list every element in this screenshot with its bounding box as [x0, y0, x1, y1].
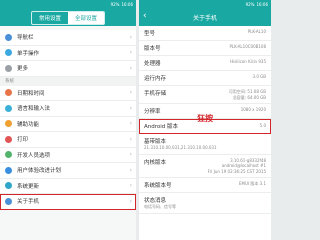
- info-value: 1080 x 1920: [240, 107, 266, 112]
- accessibility-icon: [5, 120, 12, 128]
- chevron-right-icon: ›: [129, 197, 132, 205]
- info-value: 21.310.10.00.031,21.310.10.00.031: [144, 145, 217, 150]
- info-key: 版本号: [144, 46, 161, 52]
- developer-icon: [5, 151, 12, 159]
- info-key: 手机存储: [144, 91, 167, 97]
- one-hand-icon: [5, 49, 12, 57]
- settings-header: 常用设置 全部设置: [0, 9, 136, 26]
- settings-item-system-update[interactable]: 系统更新 ›: [0, 179, 136, 194]
- info-key: 分辨率: [144, 109, 161, 115]
- settings-item-label: 打印: [17, 137, 29, 144]
- settings-item-label: 辅助功能: [17, 121, 40, 128]
- settings-item-user-experience[interactable]: 用户体验改进计划 ›: [0, 163, 136, 179]
- settings-item-label: 用户体验改进计划: [17, 168, 62, 175]
- info-value: 可用空间: 51.08 GB 总容量: 64.00 GB: [228, 89, 266, 100]
- settings-item-label: 语言和输入法: [17, 106, 51, 113]
- chevron-right-icon: ›: [129, 120, 132, 128]
- info-row-emui: 系统版本号 EMUI 版本 3.1: [139, 178, 271, 193]
- about-header: ‹ 关于手机: [139, 9, 271, 26]
- settings-list-top: 导航栏 › 单手操作 › 更多 ›: [0, 30, 136, 77]
- back-arrow-icon[interactable]: ‹: [143, 12, 147, 21]
- status-bar: 92% 16:06: [139, 0, 271, 9]
- tab-common-settings[interactable]: 常用设置: [32, 12, 68, 24]
- settings-item-label: 日期和时间: [17, 90, 45, 97]
- page-title: 关于手机: [192, 15, 217, 22]
- settings-item-label: 导航栏: [17, 35, 34, 42]
- chevron-right-icon: ›: [129, 64, 132, 72]
- chevron-right-icon: ›: [129, 182, 132, 190]
- navigation-icon: [5, 33, 12, 41]
- settings-item-label: 更多: [17, 66, 29, 73]
- settings-item-label: 开发人员选项: [17, 152, 51, 159]
- info-key: 系统版本号: [144, 183, 172, 189]
- chevron-right-icon: ›: [129, 89, 132, 97]
- info-value: Hisilicon Kirin 935: [230, 59, 266, 64]
- tab-all-settings[interactable]: 全部设置: [68, 11, 105, 24]
- info-value: 5.0: [259, 123, 266, 129]
- time-text: 16:06: [121, 2, 133, 7]
- chevron-right-icon: ›: [129, 33, 132, 41]
- settings-item-accessibility[interactable]: 辅助功能 ›: [0, 117, 136, 132]
- battery-text: 92%: [245, 2, 255, 7]
- settings-item-about-phone[interactable]: 关于手机 ›: [0, 194, 136, 210]
- chevron-right-icon: ›: [129, 151, 132, 159]
- annotation-press-repeatedly: 狂按: [197, 114, 213, 123]
- info-key: 基带版本: [144, 139, 167, 145]
- chevron-right-icon: ›: [129, 135, 132, 143]
- info-value: 3.0 GB: [252, 74, 266, 79]
- feedback-icon: [5, 166, 12, 174]
- info-row-kernel: 内核版本 3.10.61-g8332f48 android@localhost …: [139, 155, 271, 178]
- info-row-build[interactable]: 版本号 PLK-AL10C00B108: [139, 41, 271, 56]
- chevron-right-icon: ›: [129, 49, 132, 57]
- settings-item-navbar[interactable]: 导航栏 ›: [0, 30, 136, 46]
- settings-item-developer[interactable]: 开发人员选项 ›: [0, 148, 136, 163]
- update-icon: [5, 182, 12, 190]
- info-key: 运行内存: [144, 76, 167, 82]
- info-row-storage: 手机存储 可用空间: 51.08 GB 总容量: 64.00 GB: [139, 86, 271, 104]
- info-key: 处理器: [144, 61, 161, 67]
- info-key: 内核版本: [144, 159, 167, 166]
- printer-icon: [5, 135, 12, 143]
- settings-item-label: 系统更新: [17, 183, 40, 190]
- more-icon: [5, 64, 12, 72]
- language-icon: [5, 104, 12, 112]
- settings-item-print[interactable]: 打印 ›: [0, 132, 136, 148]
- info-row-model: 型号 PLK-AL10: [139, 26, 271, 41]
- chevron-right-icon: ›: [129, 166, 132, 174]
- settings-item-date-time[interactable]: 日期和时间 ›: [0, 86, 136, 101]
- info-value: 3.10.61-g8332f48 android@localhost #1 Fr…: [207, 157, 266, 174]
- info-key: 状态消息: [144, 198, 167, 204]
- clock-icon: [5, 89, 12, 97]
- info-row-processor: 处理器 Hisilicon Kirin 935: [139, 56, 271, 71]
- settings-item-more[interactable]: 更多 ›: [0, 61, 136, 77]
- settings-item-label: 关于手机: [17, 199, 40, 206]
- info-row-baseband: 基带版本 21.310.10.00.031,21.310.10.00.031: [139, 134, 271, 155]
- settings-panel: 92% 16:06 常用设置 全部设置 导航栏 › 单手操作 › 更多 › 系统…: [0, 0, 136, 240]
- time-text: 16:06: [256, 2, 268, 7]
- chevron-right-icon: ›: [129, 104, 132, 112]
- battery-text: 92%: [110, 2, 120, 7]
- info-row-status[interactable]: 状态消息 电话号码、信号等: [139, 193, 271, 214]
- info-value: PLK-AL10C00B108: [229, 44, 266, 49]
- about-phone-icon: [5, 197, 12, 205]
- section-header-system: 系统: [0, 76, 136, 86]
- status-bar: 92% 16:06: [0, 0, 136, 9]
- info-value: 电话号码、信号等: [144, 204, 176, 209]
- info-value: EMUI 版本 3.1: [239, 181, 266, 186]
- settings-item-one-hand[interactable]: 单手操作 ›: [0, 46, 136, 61]
- settings-list-system: 日期和时间 › 语言和输入法 › 辅助功能 › 打印 › 开发人员选项 › 用户…: [0, 85, 136, 210]
- settings-item-language[interactable]: 语言和输入法 ›: [0, 101, 136, 117]
- info-row-ram: 运行内存 3.0 GB: [139, 71, 271, 86]
- info-key: Android 版本: [144, 124, 179, 130]
- info-value: PLK-AL10: [247, 29, 266, 34]
- settings-item-label: 单手操作: [17, 50, 40, 57]
- info-key: 型号: [144, 31, 156, 37]
- about-phone-panel: 92% 16:06 ‹ 关于手机 型号 PLK-AL10 版本号 PLK-AL1…: [139, 0, 271, 240]
- tab-switcher: 常用设置 全部设置: [30, 10, 106, 25]
